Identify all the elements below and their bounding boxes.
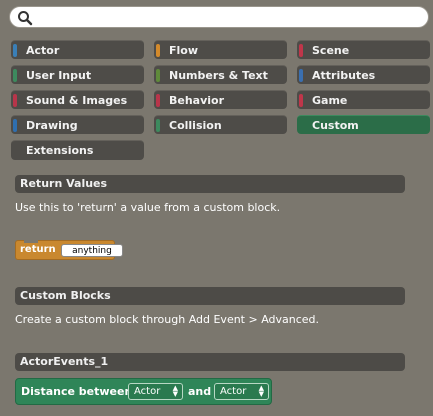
category-stripe — [13, 44, 17, 57]
category-stripe — [156, 119, 160, 132]
category-stripe — [299, 44, 303, 57]
category-label: Attributes — [312, 69, 376, 82]
dropdown-value: Actor — [220, 386, 247, 397]
dropdown-value: Actor — [134, 386, 161, 397]
category-stripe — [13, 94, 17, 107]
category-label: Actor — [26, 44, 60, 57]
category-label: Flow — [169, 44, 199, 57]
section-title: ActorEvents_1 — [20, 355, 109, 368]
category-label: Drawing — [26, 119, 78, 132]
category-label: Sound & Images — [26, 94, 128, 107]
search-input[interactable] — [36, 9, 425, 27]
section-description: Use this to 'return' a value from a cust… — [15, 201, 281, 214]
category-stripe — [13, 119, 17, 132]
distance-between-block[interactable]: Distance between Actor ▲ ▼ and Actor ▲ ▼ — [15, 378, 272, 405]
and-label: and — [188, 385, 212, 398]
category-attributes[interactable]: Attributes — [297, 65, 430, 84]
category-label: Game — [312, 94, 348, 107]
category-actor[interactable]: Actor — [11, 40, 144, 59]
search-icon — [18, 11, 33, 26]
category-stripe — [156, 44, 160, 57]
category-stripe — [299, 94, 303, 107]
category-label: Extensions — [26, 144, 94, 157]
section-header-return-values: Return Values — [15, 175, 405, 193]
category-stripe — [156, 94, 160, 107]
category-sound-images[interactable]: Sound & Images — [11, 90, 144, 109]
category-stripe — [13, 69, 17, 82]
category-label: User Input — [26, 69, 92, 82]
block-label: Distance between — [21, 385, 133, 398]
category-behavior[interactable]: Behavior — [154, 90, 287, 109]
section-title: Custom Blocks — [20, 289, 111, 302]
category-stripe — [299, 69, 303, 82]
search-bar[interactable] — [9, 6, 429, 28]
section-header-actor-events: ActorEvents_1 — [15, 353, 405, 371]
chevron-up-down-icon: ▲ ▼ — [258, 384, 264, 398]
category-collision[interactable]: Collision — [154, 115, 287, 134]
category-flow[interactable]: Flow — [154, 40, 287, 59]
category-label: Collision — [169, 119, 222, 132]
category-stripe — [156, 69, 160, 82]
category-label: Behavior — [169, 94, 225, 107]
category-label: Scene — [312, 44, 350, 57]
category-extensions[interactable]: Extensions — [11, 140, 144, 160]
second-actor-dropdown[interactable]: Actor ▲ ▼ — [214, 383, 269, 400]
section-title: Return Values — [20, 177, 108, 190]
category-numbers-text[interactable]: Numbers & Text — [154, 65, 287, 84]
chevron-up-down-icon: ▲ ▼ — [172, 384, 178, 398]
return-block[interactable]: return anything — [15, 240, 123, 260]
section-description: Create a custom block through Add Event … — [15, 313, 320, 326]
category-game[interactable]: Game — [297, 90, 430, 109]
first-actor-dropdown[interactable]: Actor ▲ ▼ — [128, 383, 183, 400]
category-drawing[interactable]: Drawing — [11, 115, 144, 134]
category-user-input[interactable]: User Input — [11, 65, 144, 84]
category-scene[interactable]: Scene — [297, 40, 430, 59]
return-value-slot[interactable]: anything — [61, 244, 123, 257]
return-block-label: return — [20, 244, 56, 255]
section-header-custom-blocks: Custom Blocks — [15, 287, 405, 305]
block-notch — [24, 240, 38, 243]
category-label: Numbers & Text — [169, 69, 268, 82]
category-custom[interactable]: Custom — [297, 115, 430, 134]
category-label: Custom — [312, 119, 359, 132]
